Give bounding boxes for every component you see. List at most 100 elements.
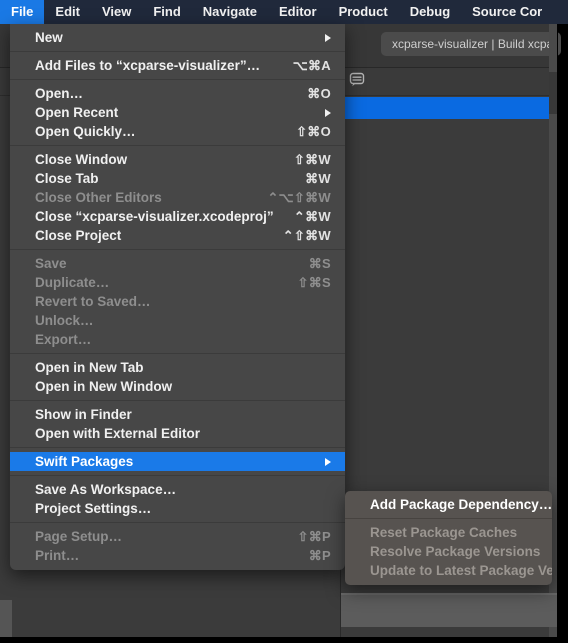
menu-separator <box>10 51 345 52</box>
activity-status-pill: xcparse-visualizer | Build xcpa <box>381 32 561 56</box>
menu-item-label: Page Setup… <box>35 529 123 544</box>
menu-separator <box>10 447 345 448</box>
menu-item-label: New <box>35 30 63 45</box>
menu-item-shortcut: ⌘O <box>307 86 331 101</box>
screen-right-edge <box>557 24 558 637</box>
menu-item-open-in-new-window[interactable]: Open in New Window <box>10 377 345 396</box>
menu-item-shortcut: ⌃⇧⌘W <box>282 228 331 243</box>
menubar-item-file[interactable]: File <box>0 0 45 24</box>
menu-item-label: Open with External Editor <box>35 426 201 441</box>
swift-packages-submenu: Add Package Dependency… Reset Package Cac… <box>345 491 552 585</box>
menu-item-label: Open in New Tab <box>35 360 144 375</box>
menu-item-shortcut: ⌃⌘W <box>293 209 331 224</box>
selected-list-row[interactable] <box>341 97 549 119</box>
right-rail-track <box>549 72 557 114</box>
menu-item-open-in-new-tab[interactable]: Open in New Tab <box>10 358 345 377</box>
menu-item-label: Project Settings… <box>35 501 152 516</box>
menu-item-label: Duplicate… <box>35 275 110 290</box>
menu-item-label: Show in Finder <box>35 407 132 422</box>
menubar-item-edit[interactable]: Edit <box>44 0 91 24</box>
menu-item-add-package-dependency[interactable]: Add Package Dependency… <box>345 495 552 514</box>
menu-item-shortcut: ⌘P <box>308 548 331 563</box>
menu-item-label: Unlock… <box>35 313 94 328</box>
menu-separator <box>10 522 345 523</box>
menu-separator <box>10 145 345 146</box>
menu-item-print: Print… ⌘P <box>10 546 345 565</box>
menu-item-shortcut: ⇧⌘S <box>297 275 331 290</box>
menu-item-add-files-to-xcparse-visualizer[interactable]: Add Files to “xcparse-visualizer”… ⌥⌘A <box>10 56 345 75</box>
menubar-item-editor[interactable]: Editor <box>268 0 328 24</box>
file-dropdown-menu: New Add Files to “xcparse-visualizer”… ⌥⌘A… <box>10 24 345 570</box>
menu-item-shortcut: ⌘W <box>305 171 331 186</box>
bottom-panel-edge <box>341 593 557 595</box>
menu-item-label: Revert to Saved… <box>35 294 151 309</box>
menu-item-shortcut: ⌘S <box>308 256 331 271</box>
menu-item-unlock: Unlock… <box>10 311 345 330</box>
menu-item-close-xcparse-visualizer-xcodeproj[interactable]: Close “xcparse-visualizer.xcodeproj” ⌃⌘W <box>10 207 345 226</box>
menu-item-close-project[interactable]: Close Project ⌃⇧⌘W <box>10 226 345 245</box>
menu-item-open-recent[interactable]: Open Recent <box>10 103 345 122</box>
menu-separator <box>10 79 345 80</box>
menu-item-shortcut: ⇧⌘P <box>297 529 331 544</box>
message-bubble-icon <box>349 72 367 88</box>
menubar-item-view[interactable]: View <box>91 0 142 24</box>
menu-item-export: Export… <box>10 330 345 349</box>
menu-item-label: Close Tab <box>35 171 99 186</box>
menu-separator <box>10 475 345 476</box>
menubar-item-product[interactable]: Product <box>328 0 399 24</box>
menu-item-show-in-finder[interactable]: Show in Finder <box>10 405 345 424</box>
menu-item-label: Export… <box>35 332 92 347</box>
menu-item-label: Open Quickly… <box>35 124 136 139</box>
menu-separator <box>345 518 552 519</box>
menu-item-open-quickly[interactable]: Open Quickly… ⇧⌘O <box>10 122 345 141</box>
menu-item-reset-package-caches: Reset Package Caches <box>345 523 552 542</box>
menu-item-resolve-package-versions: Resolve Package Versions <box>345 542 552 561</box>
menu-item-label: Add Package Dependency… <box>370 497 552 512</box>
menu-item-revert-to-saved: Revert to Saved… <box>10 292 345 311</box>
menubar-item-source-cor[interactable]: Source Cor <box>461 0 553 24</box>
menu-item-label: Update to Latest Package Ve <box>370 563 552 578</box>
menu-item-label: Print… <box>35 548 80 563</box>
menu-item-swift-packages[interactable]: Swift Packages <box>10 452 345 471</box>
menu-item-close-other-editors: Close Other Editors ⌃⌥⇧⌘W <box>10 188 345 207</box>
menu-item-open[interactable]: Open… ⌘O <box>10 84 345 103</box>
submenu-arrow-icon <box>325 457 331 466</box>
menu-item-shortcut: ⌃⌥⇧⌘W <box>267 190 331 205</box>
menubar-item-find[interactable]: Find <box>142 0 191 24</box>
menu-item-close-tab[interactable]: Close Tab ⌘W <box>10 169 345 188</box>
menu-item-label: Save As Workspace… <box>35 482 177 497</box>
menu-item-project-settings[interactable]: Project Settings… <box>10 499 345 518</box>
menu-separator <box>10 249 345 250</box>
menu-item-duplicate: Duplicate… ⇧⌘S <box>10 273 345 292</box>
menubar-item-debug[interactable]: Debug <box>399 0 461 24</box>
menu-item-close-window[interactable]: Close Window ⇧⌘W <box>10 150 345 169</box>
menu-item-label: Swift Packages <box>35 454 134 469</box>
left-bottom-strip <box>0 600 12 637</box>
menu-item-label: Open Recent <box>35 105 119 120</box>
menu-item-open-with-external-editor[interactable]: Open with External Editor <box>10 424 345 443</box>
menu-item-shortcut: ⌥⌘A <box>292 58 331 73</box>
menu-item-new[interactable]: New <box>10 28 345 47</box>
menu-item-label: Add Files to “xcparse-visualizer”… <box>35 58 261 73</box>
menu-separator <box>10 400 345 401</box>
menu-item-label: Reset Package Caches <box>370 525 518 540</box>
menu-item-label: Close Window <box>35 152 128 167</box>
menu-bar: File Edit View Find Navigate Editor Product Deb… <box>0 0 568 24</box>
menu-item-shortcut: ⇧⌘W <box>293 152 331 167</box>
menu-separator <box>10 353 345 354</box>
menu-item-update-to-latest-package-ve: Update to Latest Package Ve <box>345 561 552 580</box>
menu-item-page-setup: Page Setup… ⇧⌘P <box>10 527 345 546</box>
menubar-item-navigate[interactable]: Navigate <box>192 0 268 24</box>
menu-item-label: Close Other Editors <box>35 190 162 205</box>
bottom-panel <box>341 593 557 627</box>
menu-item-shortcut: ⇧⌘O <box>296 124 331 139</box>
submenu-arrow-icon <box>325 33 331 42</box>
menu-item-label: Open… <box>35 86 84 101</box>
screen-root: xcparse-visualizer | Build xcpa File Edit… <box>0 0 568 643</box>
submenu-arrow-icon <box>325 108 331 117</box>
menu-item-label: Save <box>35 256 67 271</box>
menu-item-label: Resolve Package Versions <box>370 544 541 559</box>
menu-item-save-as-workspace[interactable]: Save As Workspace… <box>10 480 345 499</box>
menu-item-save: Save ⌘S <box>10 254 345 273</box>
menu-item-label: Close “xcparse-visualizer.xcodeproj” <box>35 209 274 224</box>
